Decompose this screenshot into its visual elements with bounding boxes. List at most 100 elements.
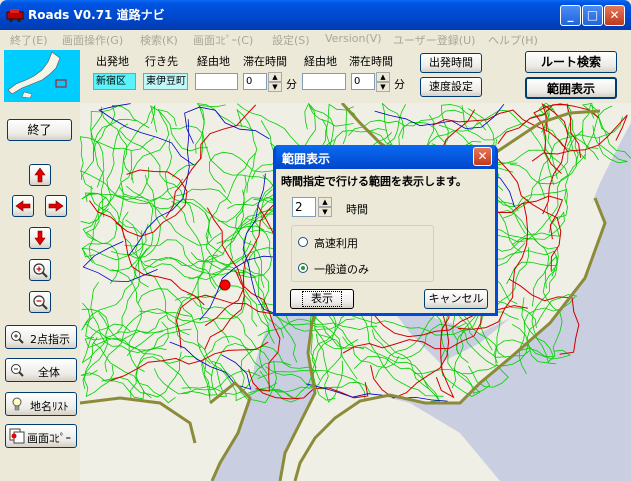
- origin-field[interactable]: 新宿区: [93, 73, 136, 90]
- stay1-spinner[interactable]: ▲ ▼: [268, 72, 282, 92]
- place-list-button[interactable]: 地名ﾘｽﾄ: [5, 392, 77, 416]
- cancel-button[interactable]: キャンセル: [424, 289, 488, 309]
- menu-version[interactable]: Version(V): [325, 32, 382, 45]
- copy-icon: [9, 428, 25, 444]
- radio-general-road[interactable]: [298, 263, 308, 273]
- route-option-group: 高速利用 一般道のみ: [291, 225, 434, 282]
- whole-view-label: 全体: [38, 366, 60, 379]
- pan-left-button[interactable]: [12, 195, 34, 217]
- lightbulb-icon: [12, 397, 22, 411]
- show-button[interactable]: 表示: [290, 289, 354, 309]
- departure-time-button[interactable]: 出発時間: [420, 53, 482, 73]
- destination-field[interactable]: 東伊豆町: [143, 73, 188, 90]
- dialog-title: 範囲表示: [282, 152, 331, 166]
- arrow-up-icon: [34, 167, 46, 183]
- option-general-label[interactable]: 一般道のみ: [314, 261, 369, 277]
- road-segment: [184, 106, 270, 144]
- origin-marker-icon[interactable]: [219, 279, 231, 291]
- road-segment: [98, 103, 195, 166]
- road-segment: [164, 139, 212, 239]
- arrow-left-icon: [15, 200, 31, 212]
- waypoint2-label: 経由地: [304, 55, 337, 68]
- menu-user-register[interactable]: ユーザー登録(U): [393, 32, 475, 48]
- exit-button[interactable]: 終了: [7, 119, 72, 141]
- road-segment: [169, 341, 252, 390]
- stay2-spinner[interactable]: ▲ ▼: [376, 72, 390, 92]
- road-segment: [88, 200, 205, 306]
- hours-unit: 時間: [346, 203, 368, 216]
- speed-settings-button[interactable]: 速度設定: [420, 77, 482, 97]
- road-segment: [122, 104, 156, 184]
- road-segment: [135, 328, 192, 399]
- waypoint1-label: 経由地: [197, 55, 230, 68]
- destination-label: 行き先: [145, 55, 178, 68]
- road-segment: [111, 269, 145, 372]
- menu-search[interactable]: 検索(K): [140, 32, 178, 48]
- road-segment: [117, 195, 222, 246]
- hours-spinner[interactable]: ▲ ▼: [318, 197, 332, 217]
- road-segment: [165, 104, 257, 218]
- road-segment: [170, 125, 268, 180]
- minimize-button[interactable]: _: [560, 5, 581, 26]
- pan-down-button[interactable]: [29, 227, 51, 249]
- window-title: Roads V0.71 道路ナビ: [28, 8, 165, 22]
- stay1-unit: 分: [286, 78, 297, 91]
- close-button[interactable]: ✕: [604, 5, 625, 26]
- menu-screen-ops[interactable]: 画面操作(G): [62, 32, 123, 48]
- stay2-label: 滞在時間: [349, 55, 393, 68]
- road-segment: [205, 153, 256, 255]
- arrow-down-icon: [34, 230, 46, 246]
- dialog-close-button[interactable]: ✕: [473, 147, 492, 166]
- zoom-in-button[interactable]: [29, 259, 51, 281]
- menu-exit[interactable]: 終了(E): [10, 32, 48, 48]
- pan-right-button[interactable]: [45, 195, 67, 217]
- route-search-button[interactable]: ルート検索: [525, 51, 617, 73]
- origin-label: 出発地: [96, 55, 129, 68]
- radio-highway[interactable]: [298, 237, 308, 247]
- menu-bar: 終了(E) 画面操作(G) 検索(K) 画面ｺﾋﾟｰ(C) 設定(S) Vers…: [0, 30, 631, 49]
- road-segment: [90, 281, 167, 351]
- road-segment: [139, 230, 190, 336]
- zoom-out-icon: [33, 295, 48, 310]
- stay1-label: 滞在時間: [243, 55, 287, 68]
- screen-copy-button[interactable]: 画面ｺﾋﾟｰ: [5, 424, 77, 448]
- stay2-unit: 分: [394, 78, 405, 91]
- menu-settings[interactable]: 設定(S): [272, 32, 310, 48]
- zoom-in-icon: [33, 263, 48, 278]
- place-list-label: 地名ﾘｽﾄ: [30, 400, 69, 413]
- radio-selected-dot: [301, 266, 305, 270]
- zoom-out-icon: [11, 364, 24, 377]
- road-segment: [143, 240, 252, 275]
- waypoint2-field[interactable]: [302, 73, 346, 90]
- option-highway-label[interactable]: 高速利用: [314, 235, 358, 251]
- screen-copy-label: 画面ｺﾋﾟｰ: [27, 432, 71, 445]
- dialog-title-bar[interactable]: 範囲表示 ✕: [276, 145, 495, 169]
- range-display-dialog: 範囲表示 ✕ 時間指定で行ける範囲を表示します。 2 ▲ ▼ 時間 高速利用 一般…: [273, 145, 498, 316]
- road-segment: [175, 254, 219, 348]
- zoom-out-button[interactable]: [29, 291, 51, 313]
- stay1-field[interactable]: 0: [243, 73, 267, 90]
- two-point-label: 2点指示: [30, 333, 70, 346]
- road-segment: [118, 186, 232, 204]
- hours-field[interactable]: 2: [292, 197, 316, 217]
- road-segment: [174, 296, 270, 361]
- stay2-field[interactable]: 0: [351, 73, 375, 90]
- waypoint1-field[interactable]: [195, 73, 238, 90]
- maximize-button[interactable]: □: [582, 5, 603, 26]
- zoom-in-icon: [11, 331, 24, 344]
- whole-view-button[interactable]: 全体: [5, 358, 77, 382]
- app-car-icon: [6, 9, 24, 22]
- title-bar[interactable]: Roads V0.71 道路ナビ _ □ ✕: [0, 0, 631, 30]
- road-segment: [82, 302, 164, 341]
- menu-help[interactable]: ヘルプ(H): [488, 32, 538, 48]
- road-segment: [80, 136, 155, 173]
- show-button-label: 表示: [302, 291, 342, 307]
- arrow-right-icon: [48, 200, 64, 212]
- menu-screen-copy[interactable]: 画面ｺﾋﾟｰ(C): [193, 32, 253, 48]
- overview-minimap[interactable]: [4, 50, 80, 102]
- pan-up-button[interactable]: [29, 164, 51, 186]
- range-display-button[interactable]: 範囲表示: [525, 77, 617, 99]
- dialog-description: 時間指定で行ける範囲を表示します。: [281, 175, 467, 188]
- road-segment: [297, 104, 354, 151]
- two-point-button[interactable]: 2点指示: [5, 325, 77, 349]
